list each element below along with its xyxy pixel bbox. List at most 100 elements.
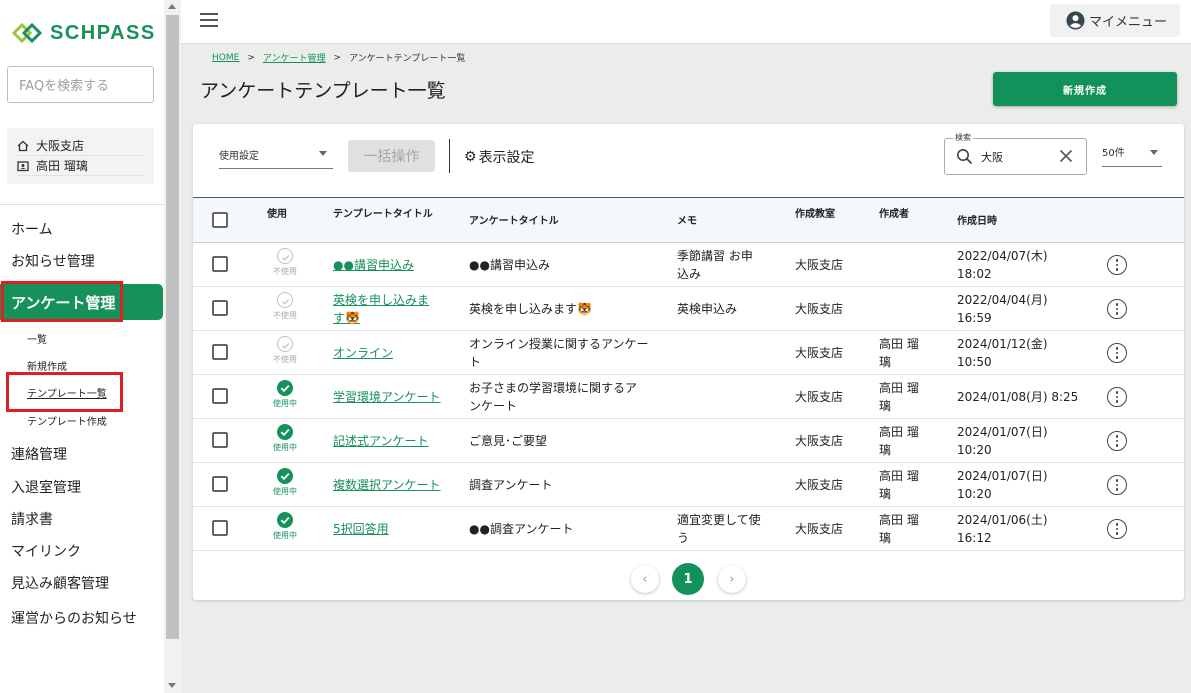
template-title-cell[interactable]: オンライン xyxy=(333,344,443,362)
faq-search-input[interactable]: FAQを検索する xyxy=(7,66,154,103)
more-vert-icon[interactable] xyxy=(1107,387,1127,407)
memo-cell xyxy=(677,476,777,494)
sidebar-item-home[interactable]: ホーム xyxy=(11,219,53,239)
sidebar-item-entry[interactable]: 入退室管理 xyxy=(11,477,81,497)
template-title-cell[interactable]: 英検を申し込みま す🐯 xyxy=(333,291,443,327)
next-page-button[interactable]: › xyxy=(718,565,746,593)
template-title-link[interactable]: ●●講習申込み xyxy=(333,258,414,272)
check-circle-icon xyxy=(277,424,293,440)
gear-icon: ⚙ xyxy=(464,149,477,165)
search-input[interactable]: 検索 大阪 xyxy=(944,132,1087,175)
clear-icon[interactable] xyxy=(1059,149,1073,163)
select-all-checkbox[interactable] xyxy=(212,212,228,228)
use-status[interactable]: 使用中 xyxy=(265,424,305,453)
row-checkbox[interactable] xyxy=(212,388,228,404)
template-title-cell[interactable]: ●●講習申込み xyxy=(333,256,443,274)
sidebar-scrollbar[interactable] xyxy=(164,0,181,693)
author-cell: 高田 瑠璃 xyxy=(879,337,919,369)
page-button-current[interactable]: 1 xyxy=(672,563,704,595)
sidebar-item-prospects[interactable]: 見込み顧客管理 xyxy=(11,573,109,593)
template-title-link[interactable]: 英検を申し込みま す🐯 xyxy=(333,293,429,325)
breadcrumb-separator: > xyxy=(247,52,255,63)
new-create-button[interactable]: 新規作成 xyxy=(993,72,1177,106)
table-row[interactable]: 不使用 オンライン オンライン授業に関するアンケート 大阪支店 高田 瑠璃 2024/01… xyxy=(193,331,1184,375)
more-vert-icon[interactable] xyxy=(1107,255,1127,275)
table-row[interactable]: 使用中 記述式アンケート ご意見･ご要望 大阪支店 高田 瑠璃 2024/01/07(日)… xyxy=(193,419,1184,463)
bulk-action-button[interactable]: 一括操作 xyxy=(348,140,435,172)
row-checkbox[interactable] xyxy=(212,344,228,360)
use-status[interactable]: 使用中 xyxy=(265,512,305,541)
breadcrumb-home[interactable]: HOME xyxy=(212,53,239,63)
sidebar-item-invoice[interactable]: 請求書 xyxy=(11,509,53,529)
col-author: 作成者 xyxy=(879,209,909,220)
table-row[interactable]: 使用中 5択回答用 ●●調査アンケート 適宜変更して使う 大阪支店 高田 瑠璃 2024/0… xyxy=(193,507,1184,551)
template-title-link[interactable]: 記述式アンケート xyxy=(333,434,429,448)
table-row[interactable]: 使用中 複数選択アンケート 調査アンケート 大阪支店 高田 瑠璃 2024/01/07(日… xyxy=(193,463,1184,507)
template-title-cell[interactable]: 記述式アンケート xyxy=(333,432,443,450)
id-card-icon xyxy=(17,160,29,171)
table-row[interactable]: 使用中 学習環境アンケート お子さまの学習環境に関するア ンケート 大阪支店 高田 瑠璃 2… xyxy=(193,375,1184,419)
prev-page-button[interactable]: ‹ xyxy=(631,565,659,593)
created-cell: 2022/04/07(木) 18:02 xyxy=(957,249,1048,281)
sidebar-sub-template-create[interactable]: テンプレート作成 xyxy=(27,413,107,428)
table-row[interactable]: 不使用 ●●講習申込み ●●講習申込み 季節講習 お申 込み 大阪支店 2022/04/07… xyxy=(193,243,1184,287)
classroom-cell: 大阪支店 xyxy=(795,258,844,272)
table-header: 使用 テンプレートタイトル アンケートタイトル メモ 作成教室 作成者 作成日時 xyxy=(193,197,1184,243)
row-checkbox[interactable] xyxy=(212,256,228,272)
sidebar-item-contact[interactable]: 連絡管理 xyxy=(11,444,67,464)
more-vert-icon[interactable] xyxy=(1107,299,1127,319)
sidebar-item-notices[interactable]: 運営からのお知らせ xyxy=(11,608,137,628)
use-setting-select[interactable]: 使用設定 xyxy=(219,144,333,169)
more-vert-icon[interactable] xyxy=(1107,475,1127,495)
hamburger-menu-icon[interactable] xyxy=(200,13,218,27)
scroll-up-icon[interactable] xyxy=(168,4,176,9)
display-setting-button[interactable]: ⚙ 表示設定 xyxy=(464,147,535,167)
per-page-select[interactable]: 50件 xyxy=(1102,144,1162,167)
created-cell: 2024/01/07(日) 10:20 xyxy=(957,469,1048,501)
row-checkbox[interactable] xyxy=(212,432,228,448)
highlight-box-template-list xyxy=(6,372,123,412)
use-status[interactable]: 使用中 xyxy=(265,380,305,409)
template-title-cell[interactable]: 5択回答用 xyxy=(333,520,443,538)
template-title-link[interactable]: 複数選択アンケート xyxy=(333,478,441,492)
use-status-label: 使用中 xyxy=(273,399,297,408)
scrollbar-thumb[interactable] xyxy=(166,15,179,639)
check-circle-icon xyxy=(277,512,293,528)
more-vert-icon[interactable] xyxy=(1107,519,1127,539)
use-status[interactable]: 不使用 xyxy=(265,292,305,321)
sidebar-item-mylink[interactable]: マイリンク xyxy=(11,541,81,561)
sidebar-sub-new[interactable]: 新規作成 xyxy=(27,358,67,373)
more-vert-icon[interactable] xyxy=(1107,431,1127,451)
template-title-cell[interactable]: 複数選択アンケート xyxy=(333,476,443,494)
template-title-link[interactable]: 5択回答用 xyxy=(333,522,389,536)
row-checkbox[interactable] xyxy=(212,520,228,536)
chevron-down-icon xyxy=(319,151,327,156)
search-label: 検索 xyxy=(953,132,973,143)
template-title-cell[interactable]: 学習環境アンケート xyxy=(333,388,443,406)
more-vert-icon[interactable] xyxy=(1107,343,1127,363)
my-menu-button[interactable]: マイメニュー xyxy=(1050,4,1180,37)
sidebar: SCHPASS FAQを検索する 大阪支店 高田 瑠璃 ホーム お知らせ管理 ア… xyxy=(0,0,164,693)
per-page-value: 50件 xyxy=(1102,148,1125,159)
user-name: 高田 瑠璃 xyxy=(36,159,88,173)
use-status[interactable]: 不使用 xyxy=(265,336,305,365)
logo[interactable]: SCHPASS xyxy=(12,20,156,46)
author-cell: 高田 瑠璃 xyxy=(879,513,919,545)
row-checkbox[interactable] xyxy=(212,300,228,316)
template-title-link[interactable]: 学習環境アンケート xyxy=(333,390,441,404)
scroll-down-icon[interactable] xyxy=(168,683,176,688)
check-circle-outline-icon xyxy=(277,292,293,308)
use-status[interactable]: 不使用 xyxy=(265,248,305,277)
row-checkbox[interactable] xyxy=(212,476,228,492)
use-status[interactable]: 使用中 xyxy=(265,468,305,497)
table-row[interactable]: 不使用 英検を申し込みま す🐯 英検を申し込みます🐯 英検申込み 大阪支店 2022/04/… xyxy=(193,287,1184,331)
template-title-link[interactable]: オンライン xyxy=(333,346,393,360)
classroom-cell: 大阪支店 xyxy=(795,522,844,536)
survey-title-cell: ●●調査アンケート xyxy=(469,522,574,536)
chevron-down-icon xyxy=(1150,150,1158,155)
sidebar-sub-list[interactable]: 一覧 xyxy=(27,331,47,346)
account-circle-icon xyxy=(1066,11,1085,30)
breadcrumb-survey[interactable]: アンケート管理 xyxy=(263,51,326,64)
survey-title-cell: お子さまの学習環境に関するア ンケート xyxy=(469,381,638,413)
sidebar-item-news[interactable]: お知らせ管理 xyxy=(11,251,95,271)
